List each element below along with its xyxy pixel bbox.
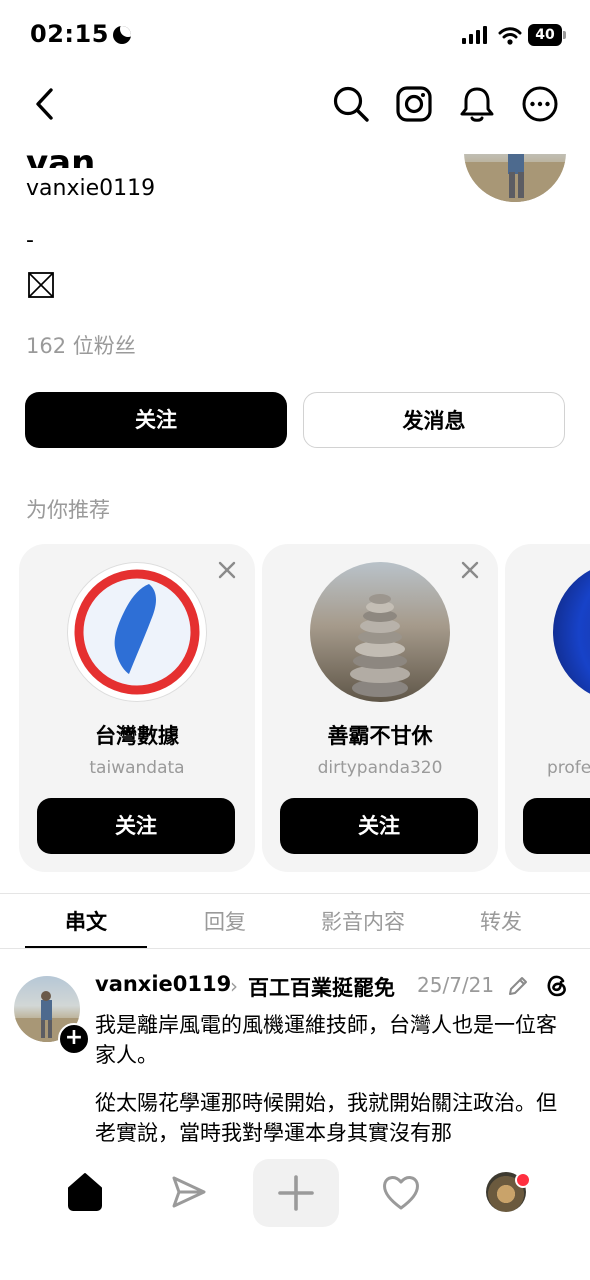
recommendation-card[interactable]: 善霸不甘休 dirtypanda320 关注 [262, 544, 498, 872]
card-avatar[interactable] [67, 562, 207, 702]
post-date: 25/7/21 [417, 973, 495, 997]
tab-replies[interactable]: 回复 [164, 906, 286, 936]
back-icon[interactable] [26, 84, 66, 124]
bell-icon[interactable] [457, 84, 497, 124]
card-avatar[interactable] [553, 562, 590, 702]
battery-icon: 40 [528, 24, 566, 46]
card-handle: dirtypanda320 [317, 758, 443, 778]
wifi-icon [498, 27, 522, 45]
follow-button[interactable]: 关注 [25, 392, 287, 448]
more-options-icon[interactable] [520, 84, 560, 124]
search-icon[interactable] [331, 84, 371, 124]
chevron-right-icon: › [230, 974, 238, 998]
card-follow-button[interactable]: 关注 [37, 798, 235, 854]
close-icon[interactable] [460, 560, 480, 580]
time-text: 02:15 [30, 20, 109, 48]
post-topic[interactable]: 百工百業挺罷免 [248, 972, 395, 1002]
compose-button[interactable] [253, 1159, 339, 1227]
divider [0, 948, 590, 949]
notification-dot [515, 1172, 531, 1188]
recommendation-card[interactable]: 台灣數據 taiwandata 关注 [19, 544, 255, 872]
battery-level: 40 [528, 24, 562, 46]
signal-icon [462, 26, 490, 44]
moon-icon [112, 26, 131, 44]
plus-icon [278, 1175, 314, 1211]
close-icon[interactable] [217, 560, 237, 580]
status-time: 02:15 [30, 20, 131, 48]
profile-handle: vanxie0119 [26, 176, 156, 201]
message-button[interactable]: 发消息 [303, 392, 565, 448]
tab-media[interactable]: 影音内容 [302, 906, 424, 936]
tab-reposts[interactable]: 转发 [440, 906, 562, 936]
post-username[interactable]: vanxie0119 [95, 972, 231, 996]
profile-bio: - [26, 228, 34, 253]
card-name: 台灣數據 [95, 724, 179, 748]
card-avatar[interactable] [310, 562, 450, 702]
broken-image-icon [28, 272, 54, 298]
instagram-icon[interactable] [394, 84, 434, 124]
divider [0, 893, 590, 894]
follow-plus-icon[interactable]: + [58, 1023, 90, 1055]
card-follow-button[interactable]: 关注 [280, 798, 478, 854]
followers-count[interactable]: 162 位粉丝 [26, 330, 136, 360]
card-handle: profe [547, 758, 590, 778]
recommendation-card[interactable]: profe [505, 544, 590, 872]
recommendations-title: 为你推荐 [26, 498, 110, 522]
card-follow-button[interactable] [523, 798, 590, 854]
send-icon[interactable] [166, 1170, 210, 1214]
tab-threads[interactable]: 串文 [25, 906, 147, 936]
post-paragraph: 我是離岸風電的風機運維技師，台灣人也是一位客家人。 [95, 1013, 557, 1067]
profile-display-name: van [26, 143, 96, 168]
heart-icon[interactable] [379, 1170, 423, 1214]
edit-icon[interactable] [506, 974, 530, 998]
post-paragraph: 從太陽花學運那時候開始，我就開始關注政治。但老實說，當時我對學運本身其實沒有那 [95, 1091, 557, 1145]
card-handle: taiwandata [89, 758, 185, 778]
home-icon[interactable] [63, 1170, 107, 1214]
threads-logo-icon[interactable] [544, 972, 570, 998]
card-name: 善霸不甘休 [327, 724, 433, 748]
